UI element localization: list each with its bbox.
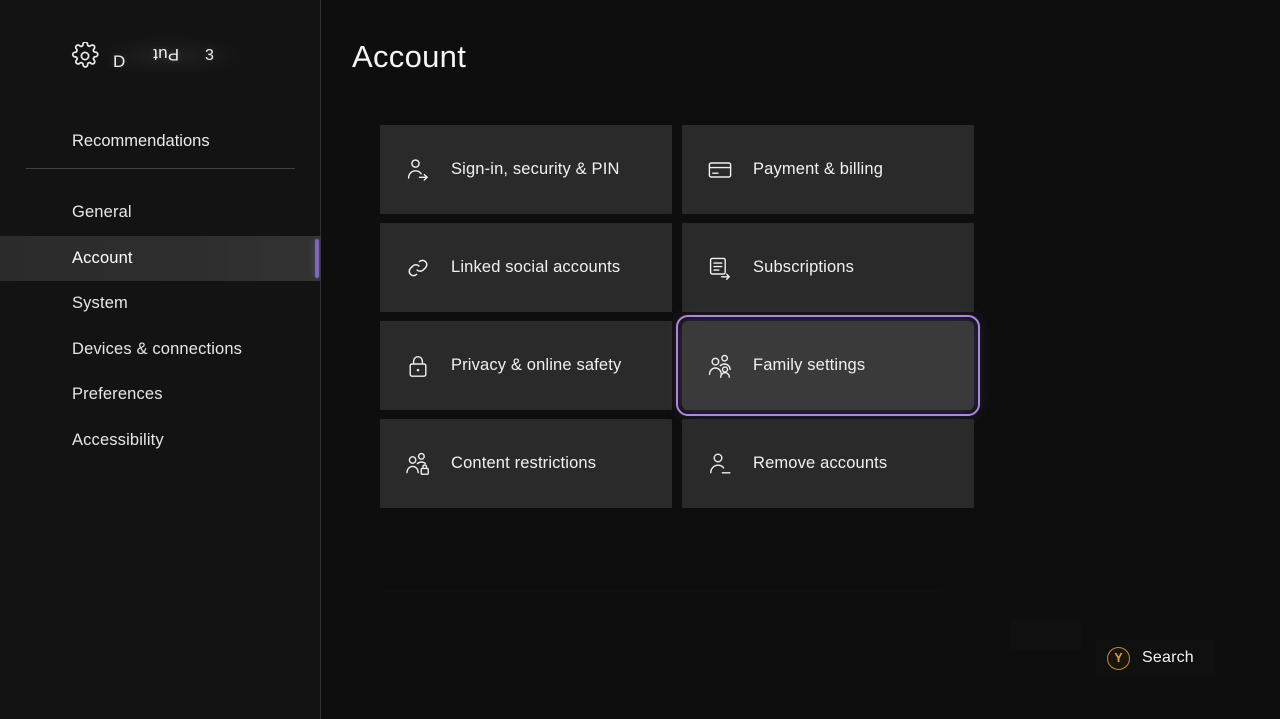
y-button-icon: Y bbox=[1107, 647, 1130, 670]
breadcrumb-glitch-fragment-3: 3 bbox=[205, 47, 214, 65]
tile-label: Remove accounts bbox=[753, 454, 887, 473]
sidebar-item-system[interactable]: System bbox=[0, 281, 321, 327]
tile-label: Linked social accounts bbox=[451, 258, 620, 277]
lock-icon bbox=[405, 353, 431, 379]
main-content: Account Sign-in, security & PIN Payment … bbox=[321, 0, 1280, 719]
tile-label: Family settings bbox=[753, 356, 865, 375]
sidebar-item-recommendations[interactable]: Recommendations bbox=[0, 124, 321, 158]
people-icon bbox=[707, 353, 733, 379]
people-lock-icon bbox=[405, 451, 431, 477]
tile-remove-accounts[interactable]: Remove accounts bbox=[682, 419, 974, 508]
sidebar-item-label: System bbox=[0, 294, 128, 313]
tile-family-settings[interactable]: Family settings bbox=[682, 321, 974, 410]
tile-label: Subscriptions bbox=[753, 258, 854, 277]
person-arrow-icon bbox=[405, 157, 431, 183]
tile-sign-in-security-pin[interactable]: Sign-in, security & PIN bbox=[380, 125, 672, 214]
tile-linked-social-accounts[interactable]: Linked social accounts bbox=[380, 223, 672, 312]
render-artifact-line bbox=[381, 590, 941, 592]
sidebar-nav-list: General Account System Devices & connection… bbox=[0, 190, 321, 463]
tile-subscriptions[interactable]: Subscriptions bbox=[682, 223, 974, 312]
link-icon bbox=[405, 255, 431, 281]
breadcrumb-glitch-fragment-2: Put bbox=[153, 44, 179, 64]
tile-privacy-online-safety[interactable]: Privacy & online safety bbox=[380, 321, 672, 410]
sidebar-item-label: Recommendations bbox=[0, 132, 210, 151]
sidebar: D Put 3 Recommendations General Account Sy… bbox=[0, 0, 321, 719]
sidebar-item-devices-connections[interactable]: Devices & connections bbox=[0, 327, 321, 373]
render-artifact-block bbox=[1011, 620, 1081, 650]
tile-label: Content restrictions bbox=[451, 454, 596, 473]
tile-grid: Sign-in, security & PIN Payment & billin… bbox=[380, 125, 976, 508]
search-button-label: Search bbox=[1142, 649, 1194, 667]
sidebar-item-label: Preferences bbox=[0, 385, 163, 404]
tile-label: Payment & billing bbox=[753, 160, 883, 179]
search-button[interactable]: Y Search bbox=[1096, 639, 1215, 677]
sidebar-item-label: Account bbox=[0, 249, 133, 268]
tile-content-restrictions[interactable]: Content restrictions bbox=[380, 419, 672, 508]
gear-icon bbox=[71, 42, 99, 70]
sidebar-item-accessibility[interactable]: Accessibility bbox=[0, 418, 321, 464]
credit-card-icon bbox=[707, 157, 733, 183]
sidebar-item-general[interactable]: General bbox=[0, 190, 321, 236]
sidebar-item-label: Devices & connections bbox=[0, 340, 242, 359]
tile-label: Privacy & online safety bbox=[451, 356, 621, 375]
sidebar-item-preferences[interactable]: Preferences bbox=[0, 372, 321, 418]
sidebar-item-label: Accessibility bbox=[0, 431, 164, 450]
sidebar-item-label: General bbox=[0, 203, 132, 222]
document-arrow-icon bbox=[707, 255, 733, 281]
sidebar-separator bbox=[26, 168, 295, 169]
sidebar-selection-accent-bar bbox=[315, 239, 319, 279]
xbox-settings-screen: D Put 3 Recommendations General Account Sy… bbox=[0, 0, 1280, 719]
sidebar-item-account[interactable]: Account bbox=[0, 236, 321, 282]
page-title: Account bbox=[352, 39, 466, 75]
tile-label: Sign-in, security & PIN bbox=[451, 160, 620, 179]
breadcrumb-glitch-fragment-1: D bbox=[113, 52, 125, 72]
person-minus-icon bbox=[707, 451, 733, 477]
tile-payment-billing[interactable]: Payment & billing bbox=[682, 125, 974, 214]
